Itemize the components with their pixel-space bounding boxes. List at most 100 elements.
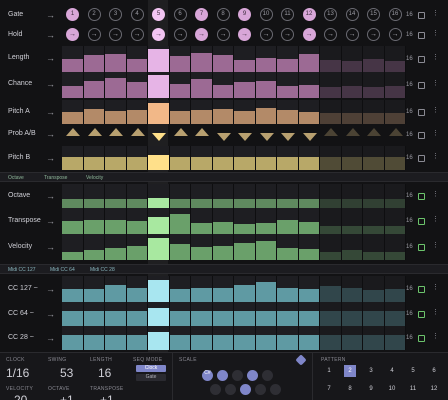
chance-step-2[interactable] xyxy=(83,72,105,98)
cc64-label[interactable]: CC 64 ~ xyxy=(8,310,34,317)
pitch_a-step-3[interactable] xyxy=(105,100,127,124)
length-step-1[interactable] xyxy=(62,46,84,72)
octave-step-16[interactable] xyxy=(384,184,406,208)
cc28-step-10[interactable] xyxy=(255,326,277,350)
length-settings-icon[interactable] xyxy=(418,56,425,63)
tag-octave[interactable]: Octave xyxy=(8,175,24,181)
seqmode-gate-button[interactable]: Gate xyxy=(136,374,166,381)
gate-step-9[interactable]: 9 xyxy=(238,8,251,21)
pitch_a-step-13[interactable] xyxy=(320,100,342,124)
hold-step-10[interactable]: → xyxy=(259,28,273,41)
octave-step-9[interactable] xyxy=(234,184,256,208)
cc28-step-16[interactable] xyxy=(384,326,406,350)
velocity-step-2[interactable] xyxy=(83,234,105,260)
octave-settings-icon[interactable] xyxy=(418,193,425,200)
scale-note-3[interactable] xyxy=(232,370,243,381)
cc127-step-4[interactable] xyxy=(126,276,148,302)
cc28-arrow-icon[interactable]: → xyxy=(46,333,55,343)
cc127-arrow-icon[interactable]: → xyxy=(46,284,55,294)
scale-note-6[interactable] xyxy=(210,384,221,395)
chance-step-9[interactable] xyxy=(234,72,256,98)
length-step-10[interactable] xyxy=(255,46,277,72)
chance-step-8[interactable] xyxy=(212,72,234,98)
pitch_a-step-16[interactable] xyxy=(384,100,406,124)
cc127-step-count[interactable]: 16 xyxy=(406,286,413,292)
hold-step-1[interactable]: → xyxy=(66,28,79,41)
gate-length[interactable]: 16 xyxy=(406,12,413,18)
cc28-settings-icon[interactable] xyxy=(418,335,425,342)
cc64-step-14[interactable] xyxy=(341,302,363,326)
scale-note-9[interactable] xyxy=(255,384,266,395)
velocity-settings-icon[interactable] xyxy=(418,244,425,251)
octave-step-10[interactable] xyxy=(255,184,277,208)
chance-step-11[interactable] xyxy=(277,72,299,98)
velocity-step-1[interactable] xyxy=(62,234,84,260)
prob-ab-step-2[interactable] xyxy=(87,128,102,136)
transpose-step-1[interactable] xyxy=(62,208,84,234)
cc64-arrow-icon[interactable]: → xyxy=(46,309,55,319)
pitch_a-step-12[interactable] xyxy=(298,100,320,124)
hold-step-7[interactable]: → xyxy=(195,28,208,41)
hold-step-2[interactable]: → xyxy=(87,28,101,41)
gate-step-4[interactable]: 4 xyxy=(130,8,144,21)
pattern-11[interactable]: 11 xyxy=(407,383,419,395)
pitch_a-step-10[interactable] xyxy=(255,100,277,124)
pitch_a-step-1[interactable] xyxy=(62,100,84,124)
prob-ab-step-4[interactable] xyxy=(130,128,145,136)
transpose-step-5[interactable] xyxy=(148,208,170,234)
gate-arrow-icon[interactable]: → xyxy=(46,10,55,20)
pattern-3[interactable]: 3 xyxy=(365,365,377,377)
prob-ab-arrow-icon[interactable]: → xyxy=(46,129,55,139)
pitch_a-step-11[interactable] xyxy=(277,100,299,124)
transpose-step-count[interactable]: 16 xyxy=(406,218,413,224)
transpose-step-3[interactable] xyxy=(105,208,127,234)
pitch_a-step-4[interactable] xyxy=(126,100,148,124)
pitch-b-settings-icon[interactable] xyxy=(418,155,425,162)
pitch_b-step-5[interactable] xyxy=(148,146,170,170)
tag-cc-64[interactable]: Midi CC 64 xyxy=(50,267,75,273)
prob-ab-settings-icon[interactable] xyxy=(418,132,425,139)
pattern-10[interactable]: 10 xyxy=(386,383,398,395)
cc28-step-8[interactable] xyxy=(212,326,234,350)
chance-step-count[interactable]: 16 xyxy=(406,82,413,88)
cc28-step-count[interactable]: 16 xyxy=(406,335,413,341)
cc28-step-14[interactable] xyxy=(341,326,363,350)
gate-settings-icon[interactable] xyxy=(418,12,425,19)
length-step-12[interactable] xyxy=(298,46,320,72)
transpose-step-8[interactable] xyxy=(212,208,234,234)
velocity-step-16[interactable] xyxy=(384,234,406,260)
prob-ab-step-9[interactable] xyxy=(238,133,252,141)
velocity-menu-icon[interactable]: ⋮ xyxy=(432,242,439,249)
cc64-step-5[interactable] xyxy=(148,302,170,326)
hold-step-6[interactable]: → xyxy=(173,28,187,41)
cc64-step-11[interactable] xyxy=(277,302,299,326)
pitch_b-step-3[interactable] xyxy=(105,146,127,170)
pitch-a-arrow-icon[interactable]: → xyxy=(46,107,55,117)
octave-step-6[interactable] xyxy=(169,184,191,208)
cc127-step-13[interactable] xyxy=(320,276,342,302)
tag-velocity[interactable]: Velocity xyxy=(86,175,103,181)
gate-step-11[interactable]: 11 xyxy=(281,8,294,21)
velocity-arrow-icon[interactable]: → xyxy=(46,242,55,252)
hold-step-8[interactable]: → xyxy=(216,28,230,41)
pitch_a-step-5[interactable] xyxy=(148,100,170,124)
pitch_b-step-14[interactable] xyxy=(341,146,363,170)
gate-step-15[interactable]: 15 xyxy=(367,8,380,21)
pitch_a-step-8[interactable] xyxy=(212,100,234,124)
pitch_b-step-11[interactable] xyxy=(277,146,299,170)
transpose-step-10[interactable] xyxy=(255,208,277,234)
octave-step-2[interactable] xyxy=(83,184,105,208)
velocity-step-8[interactable] xyxy=(212,234,234,260)
prob-ab-step-6[interactable] xyxy=(173,128,188,136)
length-step-15[interactable] xyxy=(363,46,385,72)
prob-ab-step-8[interactable] xyxy=(216,133,231,141)
chance-step-13[interactable] xyxy=(320,72,342,98)
transpose-step-15[interactable] xyxy=(363,208,385,234)
scale-note-4[interactable] xyxy=(247,370,258,381)
cc127-step-16[interactable] xyxy=(384,276,406,302)
pitch_a-step-9[interactable] xyxy=(234,100,256,124)
hold-step-9[interactable]: → xyxy=(238,28,251,41)
pitch_a-step-2[interactable] xyxy=(83,100,105,124)
cc127-step-1[interactable] xyxy=(62,276,84,302)
cc64-step-10[interactable] xyxy=(255,302,277,326)
